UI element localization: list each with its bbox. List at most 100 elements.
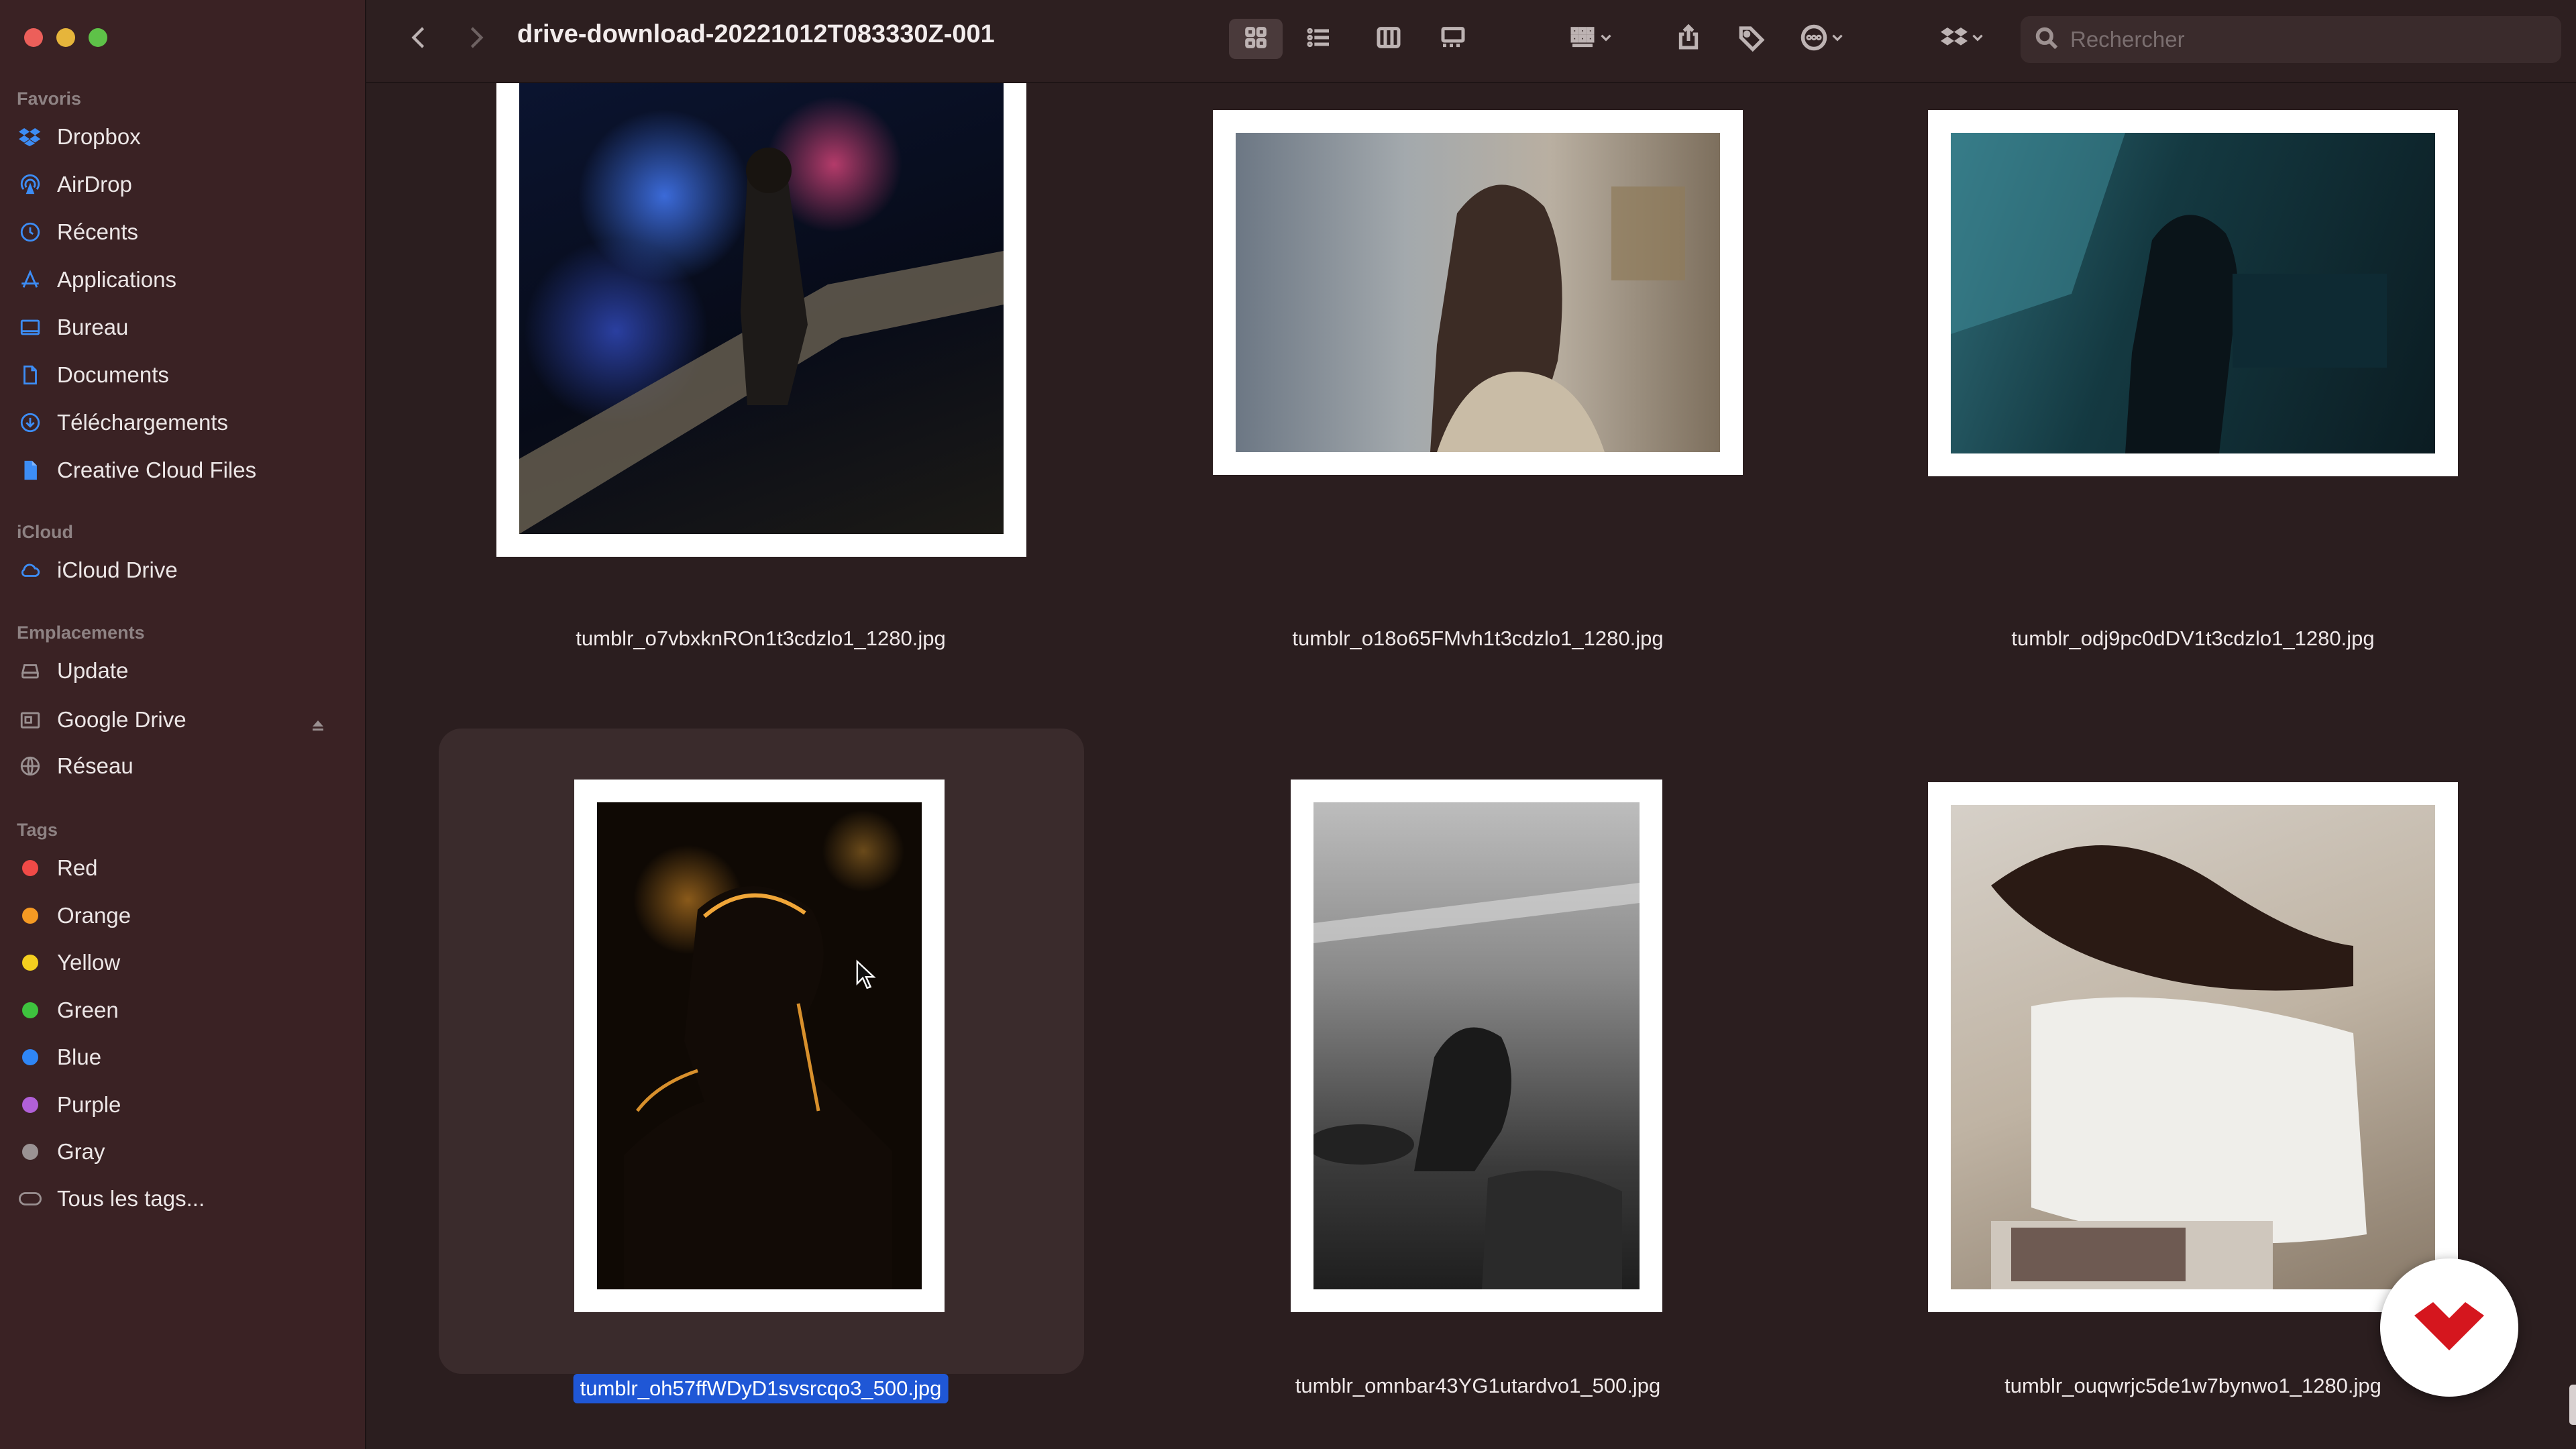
list-view-button[interactable] (1292, 19, 1346, 59)
file-thumbnail[interactable] (1928, 782, 2458, 1312)
file-thumbnail[interactable] (574, 780, 945, 1312)
toolbar: drive-download-20221012T083330Z-001 (366, 0, 2576, 83)
file-name[interactable]: tumblr_odj9pc0dDV1t3cdzlo1_1280.jpg (2011, 627, 2374, 651)
sidebar-item-label: Gray (57, 1139, 105, 1164)
scrollbar[interactable] (2569, 1385, 2576, 1425)
file-thumbnail[interactable] (1928, 110, 2458, 476)
sidebar-item-label: Google Drive (57, 707, 186, 732)
sidebar-item-label: Téléchargements (57, 410, 228, 435)
file-thumbnail[interactable] (1213, 110, 1743, 475)
tag-color-dot-icon (22, 1049, 38, 1065)
sidebar-item-documents[interactable]: Documents (17, 355, 345, 395)
overlay-logo-badge[interactable] (2380, 1258, 2518, 1397)
back-button[interactable] (402, 19, 436, 59)
globe-icon (17, 753, 44, 780)
cloud-icon (17, 557, 44, 584)
gallery-icon (1438, 24, 1468, 54)
share-icon (1675, 23, 1702, 56)
sidebar-item-label: Yellow (57, 950, 121, 975)
sidebar-item-tag-gray[interactable]: Gray (17, 1132, 345, 1172)
chevron-down-icon (1969, 29, 1986, 50)
locations-section-title: Emplacements (17, 623, 145, 643)
sidebar-item-recents[interactable]: Récents (17, 212, 345, 252)
group-by-button[interactable] (1558, 19, 1625, 59)
tag-icon (1737, 23, 1766, 55)
mouse-cursor-icon (855, 959, 877, 994)
photo-night-railing (519, 83, 1004, 534)
dropbox-menu-button[interactable] (1929, 19, 1996, 59)
columns-icon (1374, 24, 1403, 54)
sidebar-item-tag-orange[interactable]: Orange (17, 896, 345, 936)
window-controls (24, 28, 107, 47)
chevron-down-icon (1829, 29, 1846, 50)
sidebar-item-label: iCloud Drive (57, 557, 178, 582)
tag-outline-icon (17, 1185, 44, 1212)
file-name[interactable]: tumblr_oh57ffWDyD1svsrcqo3_500.jpg (573, 1374, 949, 1403)
sidebar-item-applications[interactable]: Applications (17, 260, 345, 300)
document-icon (17, 362, 44, 388)
sidebar-item-creative-cloud-files[interactable]: Creative Cloud Files (17, 450, 345, 490)
sidebar-item-airdrop[interactable]: AirDrop (17, 164, 345, 205)
tag-button[interactable] (1728, 19, 1775, 59)
heart-logo-icon (2414, 1301, 2484, 1354)
eject-icon[interactable] (310, 713, 326, 739)
tag-color-dot-icon (22, 1096, 38, 1113)
sidebar-item-dropbox[interactable]: Dropbox (17, 117, 345, 157)
more-actions-button[interactable] (1786, 19, 1860, 59)
share-button[interactable] (1665, 19, 1712, 59)
sidebar-item-tag-purple[interactable]: Purple (17, 1085, 345, 1125)
sidebar-item-tag-yellow[interactable]: Yellow (17, 943, 345, 983)
airdrop-icon (17, 171, 44, 198)
sidebar-item-label: Blue (57, 1044, 102, 1069)
file-name[interactable]: tumblr_ouqwrjc5de1w7bynwo1_1280.jpg (2004, 1374, 2381, 1398)
file-name[interactable]: tumblr_o7vbxknROn1t3cdzlo1_1280.jpg (576, 627, 945, 651)
sidebar-item-reseau[interactable]: Réseau (17, 746, 345, 786)
sidebar-item-tag-blue[interactable]: Blue (17, 1037, 345, 1077)
sidebar-item-telechargements[interactable]: Téléchargements (17, 402, 345, 443)
sidebar-item-label: Red (57, 855, 98, 880)
gallery-view-button[interactable] (1426, 19, 1480, 59)
ellipsis-circle-icon (1799, 23, 1829, 56)
search-input[interactable] (2069, 26, 2541, 53)
chevron-right-icon (464, 24, 487, 54)
minimize-window-button[interactable] (56, 28, 75, 47)
sidebar-item-label: Update (57, 658, 129, 683)
file-thumbnail[interactable] (1291, 780, 1662, 1312)
photo-car-interior (1951, 133, 2435, 453)
sidebar-item-label: Récents (57, 219, 139, 244)
photo-woman-backlit (597, 802, 922, 1289)
forward-button[interactable] (459, 19, 492, 59)
sidebar-item-bureau[interactable]: Bureau (17, 307, 345, 347)
sidebar-item-label: Purple (57, 1091, 121, 1117)
sidebar-item-label: Orange (57, 902, 131, 928)
tag-color-dot-icon (22, 1002, 38, 1018)
sidebar-item-label: Réseau (57, 753, 133, 778)
sidebar-item-icloud-drive[interactable]: iCloud Drive (17, 550, 345, 590)
sidebar: Favoris Dropbox AirDrop Récents Applicat… (0, 0, 366, 1449)
clock-icon (17, 219, 44, 246)
sidebar-item-tag-green[interactable]: Green (17, 990, 345, 1030)
desktop-icon (17, 314, 44, 341)
applications-icon (17, 266, 44, 293)
file-name[interactable]: tumblr_omnbar43YG1utardvo1_500.jpg (1295, 1374, 1661, 1398)
sidebar-item-all-tags[interactable]: Tous les tags... (17, 1179, 345, 1219)
dropbox-icon (1939, 24, 1969, 54)
file-name[interactable]: tumblr_o18o65FMvh1t3cdzlo1_1280.jpg (1292, 627, 1663, 651)
list-icon (1305, 24, 1332, 54)
sidebar-item-tag-red[interactable]: Red (17, 848, 345, 888)
favorites-section-title: Favoris (17, 89, 82, 109)
close-window-button[interactable] (24, 28, 43, 47)
zoom-window-button[interactable] (89, 28, 107, 47)
dropbox-icon (17, 123, 44, 150)
window-title: drive-download-20221012T083330Z-001 (517, 20, 995, 48)
sidebar-item-label: Documents (57, 362, 169, 387)
drive-icon (17, 657, 44, 684)
search-field[interactable] (2021, 16, 2561, 63)
icon-view-button[interactable] (1229, 19, 1283, 59)
sidebar-item-google-drive[interactable]: Google Drive (17, 700, 345, 740)
tag-color-dot-icon (22, 907, 38, 924)
file-thumbnail[interactable] (496, 83, 1026, 557)
sidebar-item-label: AirDrop (57, 172, 132, 197)
column-view-button[interactable] (1362, 19, 1415, 59)
sidebar-item-update[interactable]: Update (17, 651, 345, 691)
